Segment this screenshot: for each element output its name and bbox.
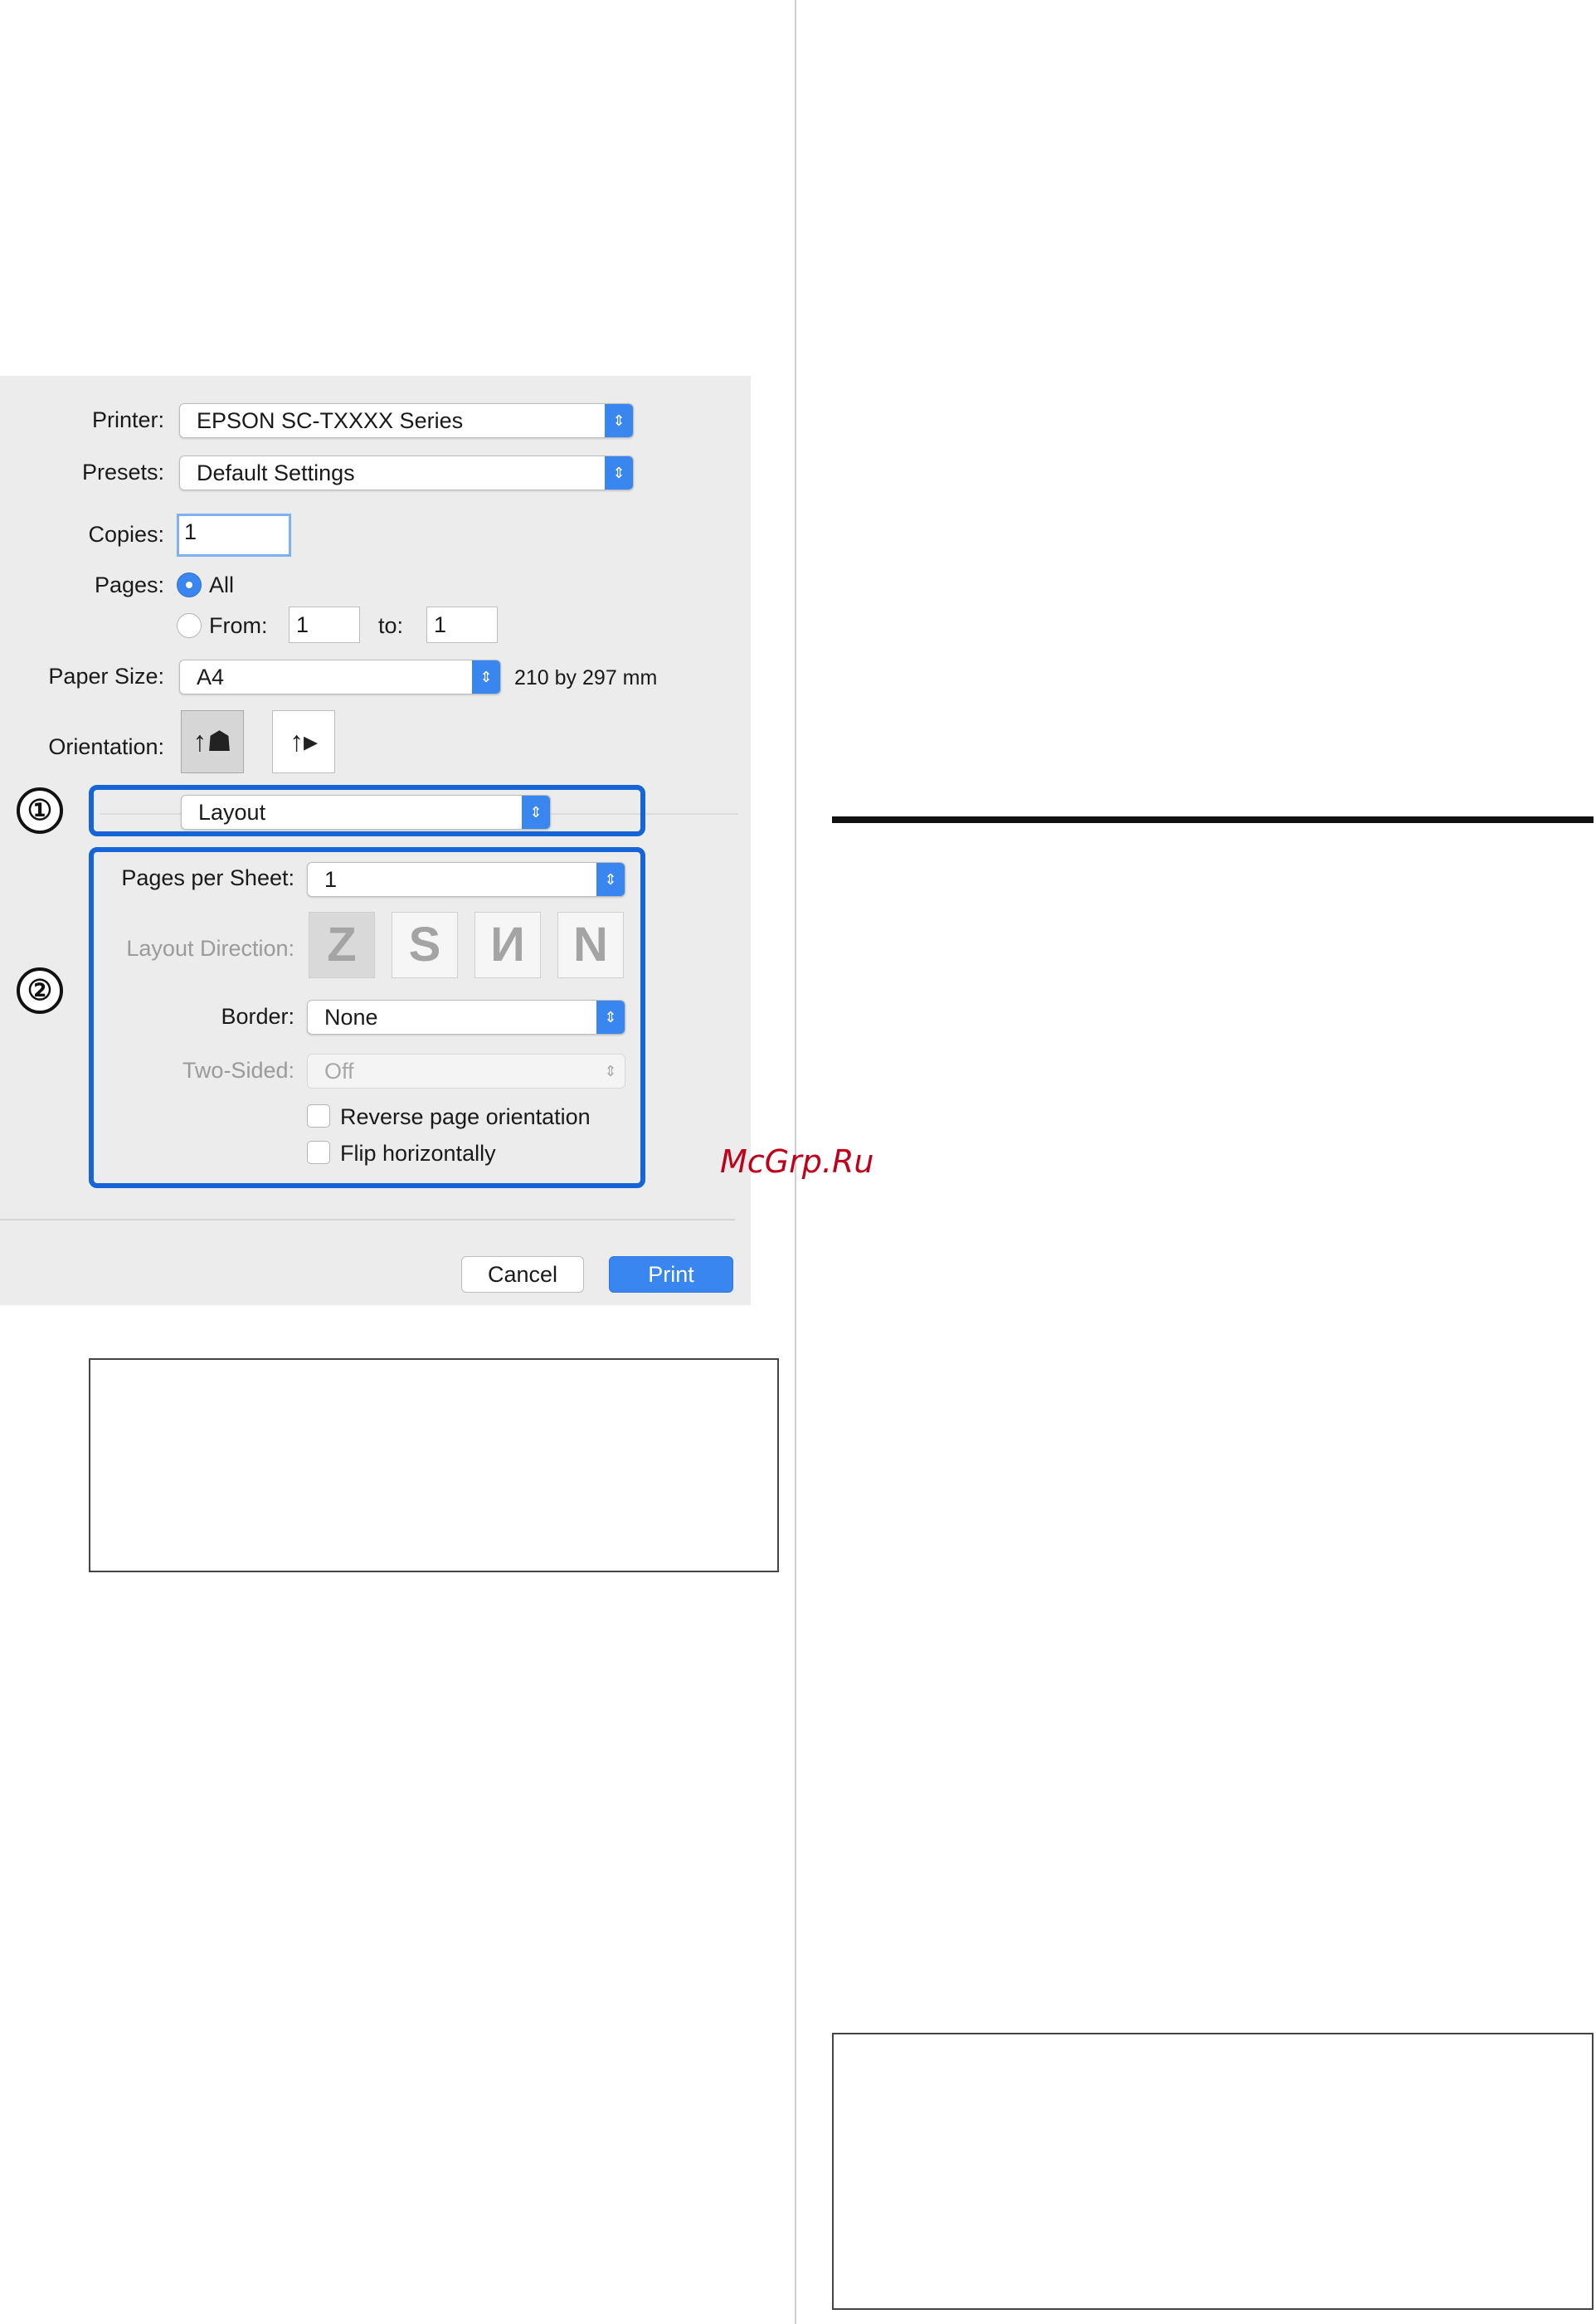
print-button[interactable]: Print bbox=[609, 1256, 733, 1293]
callout-1-highlight bbox=[89, 785, 645, 836]
pages-all-label: All bbox=[209, 572, 235, 597]
callout-1-badge: ① bbox=[17, 787, 63, 834]
printer-value: EPSON SC-TXXXX Series bbox=[197, 408, 464, 433]
presets-value: Default Settings bbox=[197, 460, 355, 485]
footer-separator bbox=[0, 1219, 735, 1220]
orientation-landscape-button[interactable]: ↑▸ bbox=[272, 710, 335, 773]
callout-2-badge: ② bbox=[17, 967, 63, 1014]
paper-size-value: A4 bbox=[197, 665, 225, 689]
copies-label: Copies: bbox=[88, 522, 164, 547]
cancel-button[interactable]: Cancel bbox=[461, 1256, 584, 1293]
watermark-text: McGrp.Ru bbox=[720, 1143, 874, 1180]
pages-to-field[interactable]: 1 bbox=[426, 607, 498, 643]
orientation-portrait-button[interactable]: ↑☗ bbox=[181, 710, 244, 773]
pages-from-label: From: bbox=[209, 613, 268, 638]
note-box-right bbox=[832, 2033, 1594, 2310]
pages-all-radio[interactable] bbox=[177, 572, 202, 597]
landscape-person-icon: ↑▸ bbox=[289, 726, 319, 758]
paper-size-popup[interactable]: A4 ⇕ bbox=[179, 660, 501, 694]
updown-arrows-icon: ⇕ bbox=[605, 456, 633, 490]
printer-popup[interactable]: EPSON SC-TXXXX Series ⇕ bbox=[179, 403, 634, 438]
note-box-left bbox=[89, 1358, 779, 1572]
presets-popup[interactable]: Default Settings ⇕ bbox=[179, 456, 634, 490]
paper-size-label: Paper Size: bbox=[48, 664, 164, 689]
paper-size-dimensions: 210 by 297 mm bbox=[514, 666, 658, 689]
orientation-label: Orientation: bbox=[48, 734, 164, 759]
portrait-person-icon: ↑☗ bbox=[192, 726, 232, 758]
copies-field[interactable]: 1 bbox=[177, 514, 291, 557]
updown-arrows-icon: ⇕ bbox=[605, 404, 633, 437]
pages-label: Pages: bbox=[94, 572, 164, 597]
callout-2-highlight bbox=[89, 847, 645, 1188]
pages-from-field[interactable]: 1 bbox=[289, 607, 360, 643]
pages-from-radio[interactable] bbox=[177, 613, 202, 638]
updown-arrows-icon: ⇕ bbox=[472, 660, 500, 694]
pages-to-label: to: bbox=[378, 613, 404, 638]
section-rule bbox=[832, 816, 1594, 823]
presets-label: Presets: bbox=[81, 460, 164, 485]
printer-label: Printer: bbox=[91, 407, 164, 432]
